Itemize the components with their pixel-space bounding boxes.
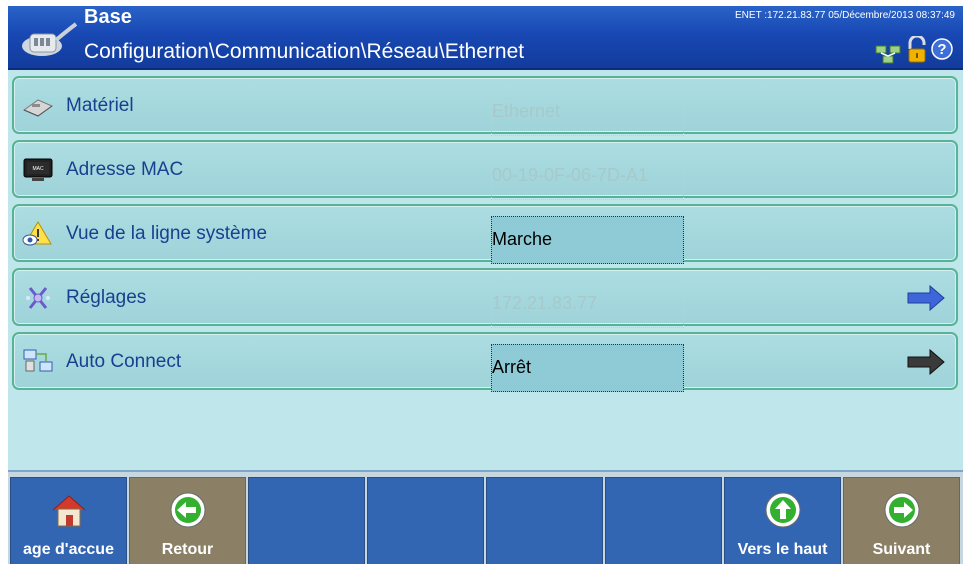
home-icon: [52, 495, 86, 527]
row-value: 00-19-0F-06-7D-A1: [491, 152, 684, 200]
hardware-icon: [22, 99, 54, 117]
row-value: 172.21.83.77: [491, 280, 684, 328]
softkey-empty-6[interactable]: [605, 477, 722, 564]
row-label: Vue de la ligne système: [66, 223, 268, 244]
row-vue-ligne-systeme[interactable]: Vue de la ligne système Marche: [12, 204, 958, 264]
up-button[interactable]: Vers le haut: [724, 477, 841, 564]
header-bar: Base Configuration\Communication\Réseau\…: [8, 6, 963, 70]
lock-icon[interactable]: [905, 36, 929, 64]
row-label: Adresse MAC: [66, 159, 184, 180]
button-label: age d'accue: [23, 541, 114, 558]
page-title: Base: [84, 6, 132, 28]
button-label: Suivant: [872, 541, 931, 558]
row-value-select[interactable]: Marche: [491, 216, 684, 264]
svg-text:?: ?: [937, 41, 946, 58]
softkey-empty-4[interactable]: [367, 477, 484, 564]
next-arrow-icon: [884, 492, 920, 528]
softkey-bar: age d'accue Retour Vers le haut Suivant: [8, 470, 963, 564]
settings-list: Matériel Ethernet MAC Adresse MAC 00-19-…: [8, 70, 963, 470]
home-button[interactable]: age d'accue: [10, 477, 127, 564]
arrow-right-icon[interactable]: [906, 284, 946, 312]
up-arrow-icon: [765, 492, 801, 528]
button-label: Vers le haut: [737, 541, 828, 558]
row-auto-connect[interactable]: Auto Connect Arrêt: [12, 332, 958, 392]
row-materiel[interactable]: Matériel Ethernet: [12, 76, 958, 136]
header-icons: ?: [855, 36, 955, 66]
autoconnect-icon: [23, 349, 53, 372]
view-icon: [22, 221, 52, 246]
row-reglages[interactable]: Réglages 172.21.83.77: [12, 268, 958, 328]
back-button[interactable]: Retour: [129, 477, 246, 564]
row-label: Réglages: [66, 287, 147, 308]
breadcrumb: Configuration\Communication\Réseau\Ether…: [84, 40, 525, 63]
back-arrow-icon: [170, 492, 206, 528]
network-icon: [875, 45, 901, 64]
row-label: Auto Connect: [66, 351, 182, 372]
arrow-right-icon[interactable]: [906, 348, 946, 376]
status-line: ENET :172.21.83.77 05/Décembre/2013 08:3…: [735, 10, 955, 21]
button-label: Retour: [161, 541, 214, 558]
svg-text:MAC: MAC: [32, 166, 44, 172]
softkey-empty-3[interactable]: [248, 477, 365, 564]
row-label: Matériel: [66, 95, 134, 116]
mac-icon: MAC: [23, 158, 53, 181]
row-value-select[interactable]: Arrêt: [491, 344, 684, 392]
row-adresse-mac[interactable]: MAC Adresse MAC 00-19-0F-06-7D-A1: [12, 140, 958, 200]
settings-icon: [26, 287, 50, 309]
cable-logo-icon: [22, 22, 78, 56]
row-value: Ethernet: [491, 88, 684, 136]
next-button[interactable]: Suivant: [843, 477, 960, 564]
help-icon[interactable]: ?: [931, 38, 953, 60]
softkey-empty-5[interactable]: [486, 477, 603, 564]
